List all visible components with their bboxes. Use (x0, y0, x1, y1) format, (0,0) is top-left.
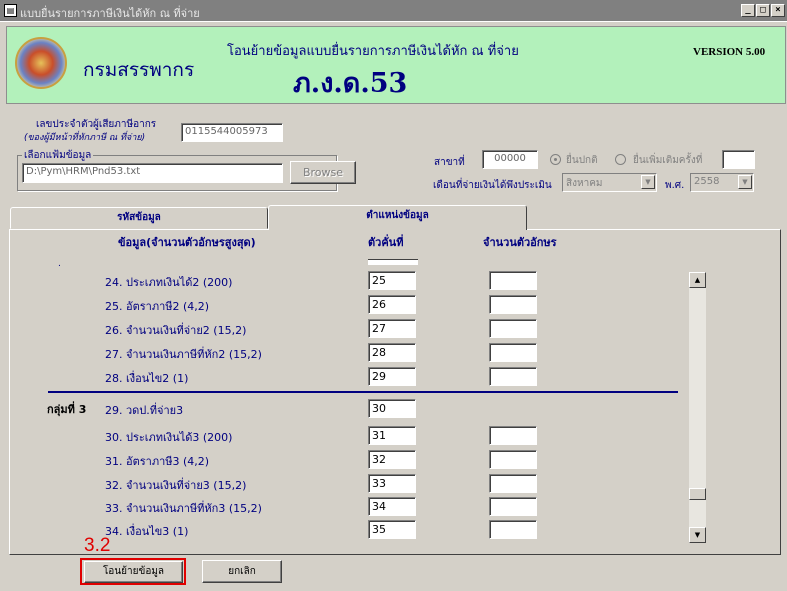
year-value: 2558 (694, 176, 720, 187)
header-banner: กรมสรรพากร โอนย้ายข้อมูลแบบยื่นรายการภาษ… (6, 26, 786, 104)
field-label: 24. ประเภทเงินได้2 (200) (105, 276, 233, 289)
position-field[interactable]: 28 (368, 343, 416, 362)
column-header-data: ข้อมูล(จำนวนตัวอักษรสูงสุด) (118, 236, 256, 249)
length-field[interactable] (489, 343, 537, 362)
group-label: กลุ่มที่ 3 (47, 403, 87, 416)
length-field[interactable] (489, 520, 537, 539)
field-label: 34. เงื่อนไข3 (1) (105, 525, 189, 538)
vertical-scrollbar[interactable]: ▲ ▼ (689, 272, 706, 543)
branch-field[interactable]: 00000 (482, 150, 538, 169)
app-icon: ▤ (4, 4, 17, 17)
file-path-field[interactable]: D:\Pym\HRM\Pnd53.txt (22, 163, 283, 183)
normal-filing-label: ยื่นปกติ (566, 155, 598, 166)
version-label: VERSION 5.00 (693, 46, 766, 58)
position-field[interactable]: 32 (368, 450, 416, 469)
position-field[interactable]: 35 (368, 520, 416, 539)
close-button[interactable]: × (771, 4, 785, 17)
length-field[interactable] (489, 367, 537, 386)
field-label: 29. วดป.ที่จ่าย3 (105, 404, 184, 417)
org-name: กรมสรรพากร (83, 59, 195, 81)
length-field[interactable] (489, 295, 537, 314)
year-select[interactable]: 2558 ▼ (690, 173, 754, 192)
field-label: 32. จำนวนเงินที่จ่าย3 (15,2) (105, 479, 247, 492)
position-field[interactable]: 25 (368, 271, 416, 290)
position-field[interactable]: 31 (368, 426, 416, 445)
revenue-department-logo (15, 37, 67, 89)
month-select[interactable]: สิงหาคม ▼ (562, 173, 657, 192)
year-label: พ.ศ. (665, 180, 685, 191)
month-value: สิงหาคม (566, 178, 603, 189)
title-bar: ▤ แบบยื่นรายการภาษีเงินได้หัก ณ ที่จ่าย … (0, 0, 787, 22)
period-label: เดือนที่จ่ายเงินได้พึงประเมิน (433, 180, 552, 191)
column-header-position: ตัวคั่นที่ (368, 236, 404, 249)
minimize-button[interactable]: _ (741, 4, 755, 17)
additional-filing-radio[interactable] (615, 154, 626, 165)
browse-button[interactable]: Browse (290, 161, 356, 184)
tab-data-code[interactable]: รหัสข้อมูล (10, 207, 268, 229)
highlight-box (80, 558, 186, 585)
cancel-button[interactable]: ยกเลิก (202, 560, 282, 583)
scroll-thumb[interactable] (689, 488, 706, 500)
field-label: 26. จำนวนเงินที่จ่าย2 (15,2) (105, 324, 247, 337)
taxpayer-id-sublabel: (ของผู้มีหน้าที่หักภาษี ณ ที่จ่าย) (24, 133, 146, 143)
position-field[interactable]: 29 (368, 367, 416, 386)
chevron-down-icon[interactable]: ▼ (738, 175, 752, 189)
length-field[interactable] (489, 450, 537, 469)
length-field[interactable] (489, 426, 537, 445)
field-label: 31. อัตราภาษี3 (4,2) (105, 455, 210, 468)
field-label: 30. ประเภทเงินได้3 (200) (105, 431, 233, 444)
scroll-down-button[interactable]: ▼ (689, 527, 706, 543)
position-field[interactable]: 34 (368, 497, 416, 516)
length-field[interactable] (489, 319, 537, 338)
step-annotation: 3.2 (84, 535, 111, 556)
additional-filing-field[interactable] (722, 150, 755, 169)
group-separator (48, 391, 678, 393)
normal-filing-radio[interactable] (550, 154, 561, 165)
position-field[interactable]: 33 (368, 474, 416, 493)
branch-label: สาขาที่ (434, 157, 465, 168)
file-group-label: เลือกแฟ้มข้อมูล (22, 148, 94, 163)
position-field[interactable]: 30 (368, 399, 416, 418)
field-label: 28. เงื่อนไข2 (1) (105, 372, 189, 385)
length-field[interactable] (489, 271, 537, 290)
field-label: 27. จำนวนเงินภาษีที่หัก2 (15,2) (105, 348, 262, 361)
length-field[interactable] (489, 497, 537, 516)
field-label: 33. จำนวนเงินภาษีที่หัก3 (15,2) (105, 502, 262, 515)
chevron-down-icon[interactable]: ▼ (641, 175, 655, 189)
taxpayer-id-field[interactable]: 0115544005973 (181, 123, 283, 142)
position-field[interactable]: 27 (368, 319, 416, 338)
field-label: 25. อัตราภาษี2 (4,2) (105, 300, 210, 313)
maximize-button[interactable]: □ (756, 4, 770, 17)
position-field[interactable]: 26 (368, 295, 416, 314)
additional-filing-label: ยื่นเพิ่มเติมครั้งที่ (633, 155, 703, 166)
clipped-row-marker: . (58, 259, 61, 269)
column-header-length: จำนวนตัวอักษร (483, 236, 557, 249)
form-name: ภ.ง.ด.53 (293, 68, 408, 99)
clipped-row (368, 259, 418, 265)
length-field[interactable] (489, 474, 537, 493)
scroll-up-button[interactable]: ▲ (689, 272, 706, 288)
page-subtitle: โอนย้ายข้อมูลแบบยื่นรายการภาษีเงินได้หัก… (227, 44, 519, 59)
window-title: แบบยื่นรายการภาษีเงินได้หัก ณ ที่จ่าย (20, 7, 200, 20)
tab-data-position[interactable]: ตำแหน่งข้อมูล (268, 205, 527, 230)
